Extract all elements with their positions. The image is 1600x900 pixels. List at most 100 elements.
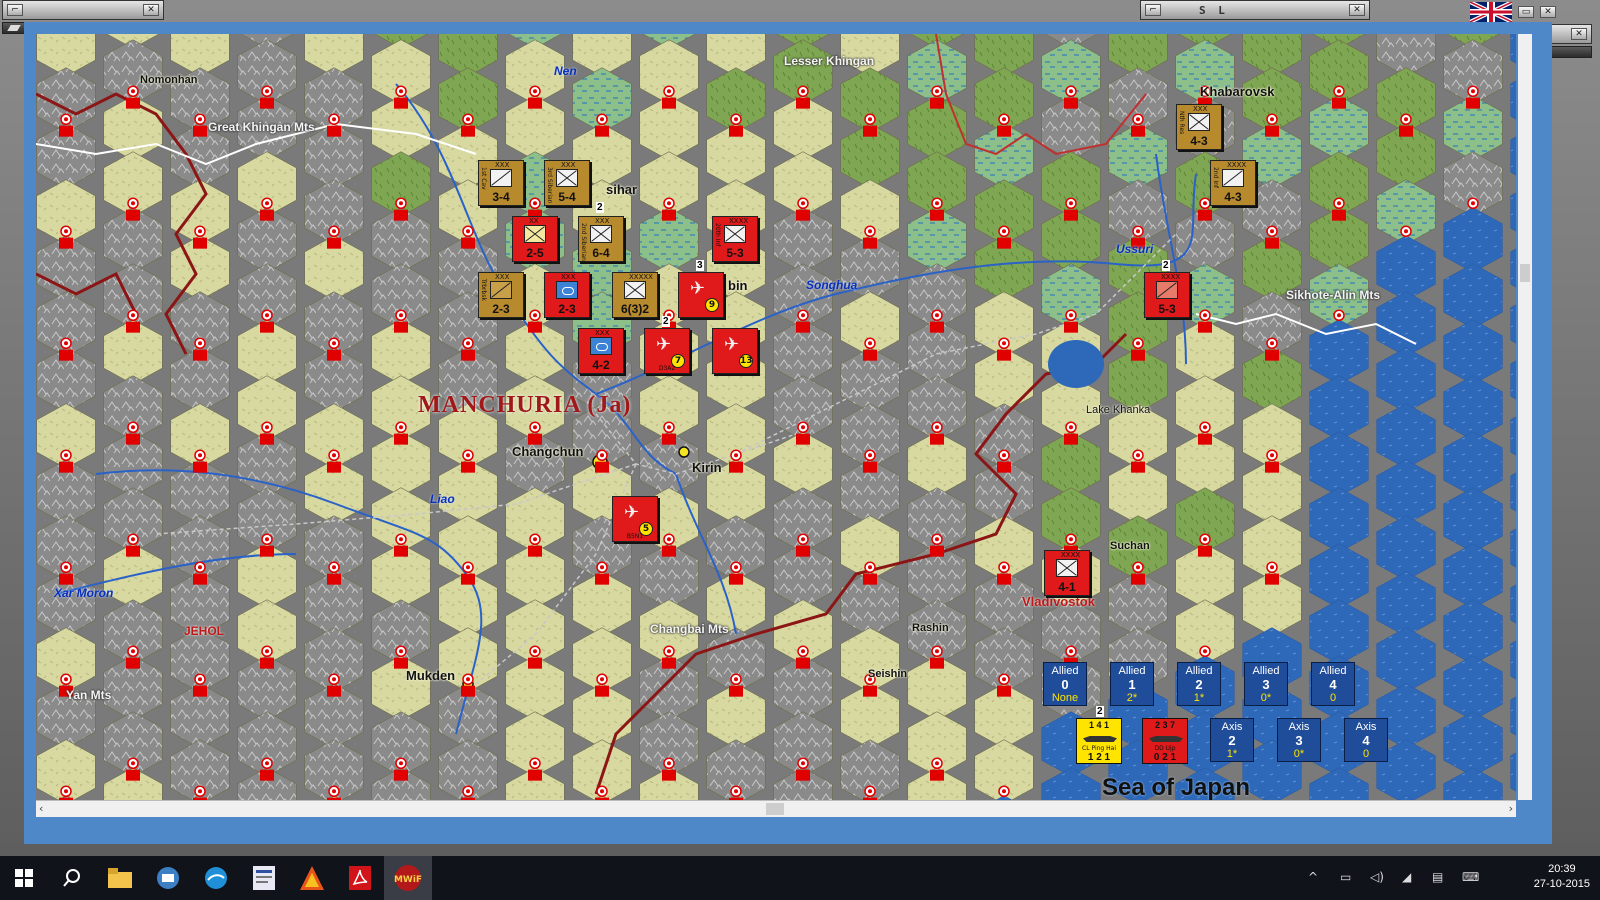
svg-text:MWiF: MWiF [394, 875, 422, 885]
pool-value: 4 [1329, 677, 1337, 692]
sl-window-titlebar[interactable]: ⌐ S L ✕ [1140, 0, 1370, 20]
pool-value: 2 [1195, 677, 1203, 692]
pool-value: 1 [1128, 677, 1136, 692]
scroll-right-arrow[interactable]: › [1509, 802, 1513, 815]
close-button[interactable]: ✕ [1540, 6, 1556, 18]
pool-label: Axis [1355, 721, 1377, 733]
label-yan-mts: Yan Mts [66, 688, 112, 702]
allied-pool-box[interactable]: Allied 1 2* [1110, 662, 1154, 706]
allied-pool-box[interactable]: Allied 2 1* [1177, 662, 1221, 706]
pool-value: 2 [1228, 733, 1236, 748]
pool-sub: 1* [1226, 748, 1238, 760]
horizontal-scrollbar[interactable]: ‹ › [36, 800, 1516, 817]
label-kirin: Kirin [692, 460, 722, 475]
label-ussuri-river: Ussuri [1116, 242, 1154, 256]
label-lake-khanka: Lake Khanka [1086, 404, 1151, 416]
label-jehol: JEHOL [184, 624, 225, 638]
pool-sub: 2* [1126, 692, 1138, 704]
minimize-button[interactable]: ▭ [1518, 6, 1534, 18]
network-icon[interactable]: ◢ [1402, 870, 1411, 884]
unit-counter[interactable]: XXX 4-2 [578, 328, 624, 374]
label-sikhote-alin: Sikhote-Alin Mts [1286, 288, 1381, 302]
email-app-icon[interactable] [152, 862, 184, 894]
pool-label: Axis [1288, 721, 1310, 733]
vertical-scrollbar[interactable] [1518, 34, 1532, 800]
label-khabarovsk: Khabarovsk [1200, 84, 1275, 99]
axis-pool-box[interactable]: Axis 2 1* [1210, 718, 1254, 762]
scroll-thumb[interactable] [1520, 264, 1530, 282]
label-manchuria: MANCHURIA (Ja) [418, 392, 632, 418]
world-in-flames-icon[interactable]: MWiF [384, 856, 432, 900]
document-app-icon[interactable] [248, 862, 280, 894]
pool-value: 3 [1262, 677, 1270, 692]
stack-count: 2 [1162, 260, 1170, 271]
unit-counter[interactable]: XXX Nth Res 4-3 [1176, 104, 1222, 150]
show-hidden-icons-chevron[interactable]: ^ [1308, 870, 1318, 884]
keyboard-icon[interactable]: ⌨ [1462, 870, 1479, 884]
pool-label: Axis [1221, 721, 1243, 733]
windows-icon [15, 869, 33, 887]
volume-icon[interactable]: ◁) [1370, 870, 1384, 884]
label-changchun: Changchun [512, 444, 584, 459]
unit-counter[interactable]: XXX 3rd Siberian 5-4 [544, 160, 590, 206]
label-sea-of-japan: Sea of Japan [1102, 774, 1251, 800]
taskbar-clock[interactable]: 20:39 27-10-2015 [1534, 862, 1590, 892]
unit-counter[interactable]: XXXXX 6(3)2 [612, 272, 658, 318]
close-button[interactable]: ✕ [143, 4, 159, 16]
unit-counter[interactable]: XXX 2-3 [544, 272, 590, 318]
axis-pool-box[interactable]: Axis 3 0* [1277, 718, 1321, 762]
pool-sub: 0* [1293, 748, 1305, 760]
label-mukden: Mukden [406, 668, 456, 683]
allied-pool-box[interactable]: Allied 0 None [1043, 662, 1087, 706]
unit-counter[interactable]: XXX 2nd Siberian 6-4 [578, 216, 624, 262]
pool-label: Allied [1319, 665, 1347, 677]
scroll-left-arrow[interactable]: ‹ [39, 802, 43, 815]
union-jack-flag-icon [1470, 2, 1512, 22]
scroll-thumb[interactable] [766, 803, 784, 815]
unit-counter[interactable]: XXX 1st Cav 3-4 [478, 160, 524, 206]
naval-unit-counter[interactable]: 2 3 7 DD Ujp 0 2 1 [1142, 718, 1188, 764]
restore-button[interactable]: ⌐ [7, 4, 23, 16]
air-unit-counter[interactable]: 9 [678, 272, 724, 318]
air-unit-counter[interactable]: 5B5N1 [612, 496, 658, 542]
pdf-reader-icon[interactable] [344, 862, 376, 894]
browser-icon[interactable] [200, 862, 232, 894]
pool-sub: 0* [1260, 692, 1272, 704]
search-icon[interactable] [56, 862, 88, 894]
label-vladivostok: Vladivostok [1022, 594, 1095, 609]
pool-value: 0 [1061, 677, 1069, 692]
naval-unit-counter[interactable]: 1 4 1 CL Ping Hai 1 2 1 [1076, 718, 1122, 764]
battery-icon[interactable]: ▭ [1340, 870, 1351, 884]
game-launcher-icon[interactable] [296, 862, 328, 894]
clock-time: 20:39 [1548, 863, 1576, 875]
unit-counter[interactable]: XX 2-5 [512, 216, 558, 262]
stack-count: 2 [662, 316, 670, 327]
unit-counter[interactable]: XXXX 5-3 [1144, 272, 1190, 318]
air-unit-counter[interactable]: 7D3A2 [644, 328, 690, 374]
unit-counter[interactable]: XXXX 4-1 [1044, 550, 1090, 596]
air-unit-counter[interactable]: 13 [712, 328, 758, 374]
unit-counter[interactable]: XXX Trbrbsk 2-3 [478, 272, 524, 318]
unit-counter[interactable]: XXXX 20th Inf 5-3 [712, 216, 758, 262]
clock-date: 27-10-2015 [1533, 878, 1590, 890]
restore-button[interactable]: ⌐ [1145, 4, 1161, 16]
hex-map[interactable]: Nomonhan Great Khingan Mts Nen Lesser Kh… [36, 34, 1516, 800]
pool-value: 4 [1362, 733, 1370, 748]
allied-pool-box[interactable]: Allied 4 0 [1311, 662, 1355, 706]
left-mini-window-titlebar[interactable]: ⌐ ✕ [2, 0, 164, 20]
label-harbin: bin [728, 278, 748, 293]
unit-counter[interactable]: XXXX 2nd Inf 4-3 [1210, 160, 1256, 206]
close-button[interactable]: ✕ [1349, 4, 1365, 16]
file-explorer-icon[interactable] [104, 862, 136, 894]
label-rashin: Rashin [912, 622, 949, 634]
close-button[interactable]: ✕ [1571, 28, 1587, 40]
axis-pool-box[interactable]: Axis 4 0 [1344, 718, 1388, 762]
pool-sub: None [1051, 692, 1079, 704]
allied-pool-box[interactable]: Allied 3 0* [1244, 662, 1288, 706]
action-center-icon[interactable]: ▤ [1432, 870, 1443, 884]
label-suchan: Suchan [1110, 540, 1150, 552]
stack-count: 3 [696, 260, 704, 271]
pool-label: Allied [1185, 665, 1213, 677]
start-button[interactable] [8, 862, 40, 894]
stack-count: 2 [596, 202, 604, 213]
